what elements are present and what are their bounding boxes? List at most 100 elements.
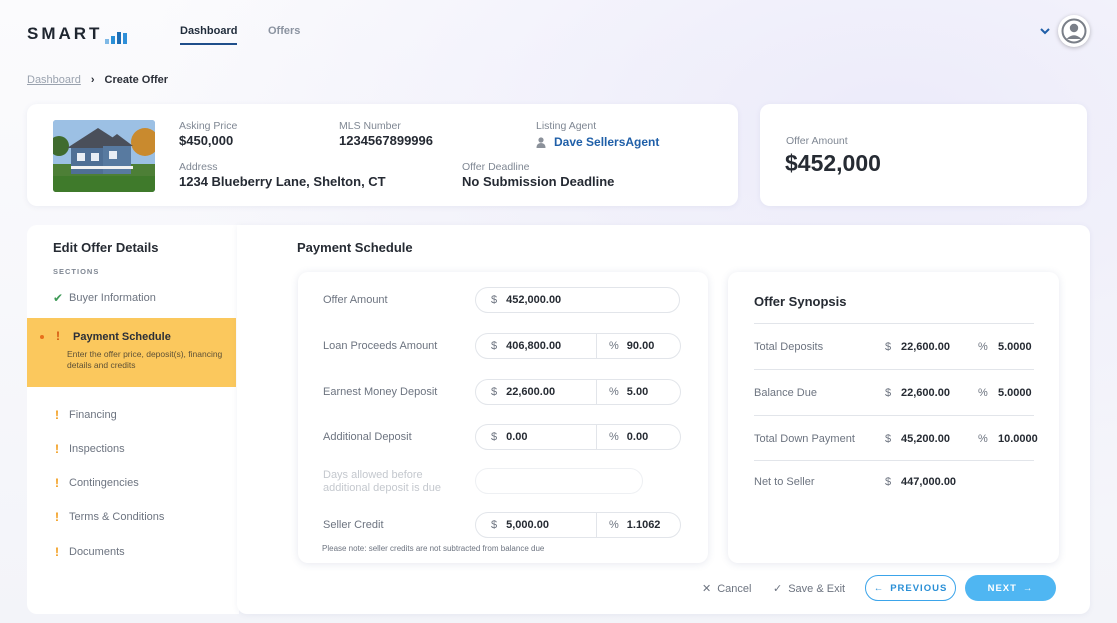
percent-symbol: % <box>609 386 619 398</box>
listing-agent[interactable]: Dave SellersAgent <box>536 135 659 149</box>
offer-amount-value: $452,000 <box>785 150 881 176</box>
currency-symbol: $ <box>491 519 498 531</box>
days-allowed-input[interactable] <box>475 468 643 494</box>
synopsis-row-amount: 447,000.00 <box>901 476 957 488</box>
sidebar-item-payment-schedule[interactable]: ! Payment Schedule Enter the offer price… <box>27 318 236 387</box>
breadcrumb-dashboard-link[interactable]: Dashboard <box>27 74 81 86</box>
user-avatar[interactable] <box>1058 15 1090 47</box>
breadcrumb-separator-icon: › <box>90 74 95 86</box>
synopsis-row-amount: 45,200.00 <box>901 433 950 445</box>
cancel-label: Cancel <box>717 582 752 595</box>
sidebar-title: Edit Offer Details <box>53 240 159 255</box>
logo-text: SMART <box>27 24 103 43</box>
payment-form: Offer Amount $ 452,000.00 Loan Proceeds … <box>298 272 708 563</box>
sidebar-item-buyer-information[interactable]: ✔ Buyer Information <box>53 291 156 305</box>
earnest-money-amount-value: 22,600.00 <box>506 386 556 398</box>
additional-deposit-percent-value: 0.00 <box>626 431 649 443</box>
nav-tab-offers[interactable]: Offers <box>268 25 300 37</box>
sections-heading: SECTIONS <box>53 267 100 276</box>
synopsis-row-name: Total Down Payment <box>754 433 855 445</box>
cancel-button[interactable]: ✕ Cancel <box>702 582 752 596</box>
previous-button[interactable]: ← PREVIOUS <box>865 575 956 601</box>
alert-icon: ! <box>55 545 59 559</box>
sidebar-item-label: Contingencies <box>69 477 139 489</box>
chevron-down-icon[interactable] <box>1039 24 1051 36</box>
loan-proceeds-percent-value: 90.00 <box>626 340 655 352</box>
currency-symbol: $ <box>885 341 892 353</box>
sections-sidebar: Edit Offer Details SECTIONS ✔ Buyer Info… <box>27 225 239 614</box>
payment-schedule-title: Payment Schedule <box>297 240 413 255</box>
listing-agent-name: Dave SellersAgent <box>554 135 660 149</box>
additional-deposit-amount-value: 0.00 <box>506 431 528 443</box>
close-icon: ✕ <box>702 583 712 595</box>
seller-credit-input[interactable]: $ 5,000.00 % 1.1062 <box>475 512 681 538</box>
loan-proceeds-percent[interactable]: % 90.00 <box>597 334 680 358</box>
loan-proceeds-field-label: Loan Proceeds Amount <box>323 340 438 352</box>
loan-proceeds-amount-value: 406,800.00 <box>506 340 562 352</box>
earnest-money-percent[interactable]: % 5.00 <box>597 380 680 404</box>
offer-synopsis-title: Offer Synopsis <box>754 294 847 309</box>
currency-symbol: $ <box>491 431 498 443</box>
seller-credit-field-label: Seller Credit <box>323 519 384 531</box>
asking-price-value: $450,000 <box>179 133 234 148</box>
synopsis-row-net-to-seller: Net to Seller $ 447,000.00 <box>754 460 1034 506</box>
sidebar-item-documents[interactable]: ! Documents <box>53 545 125 559</box>
sidebar-item-label: Documents <box>69 546 125 558</box>
synopsis-row-amount: 22,600.00 <box>901 341 950 353</box>
loan-proceeds-amount[interactable]: $ 406,800.00 <box>476 334 597 358</box>
sidebar-item-label: Terms & Conditions <box>69 511 165 523</box>
currency-symbol: $ <box>491 386 498 398</box>
offer-synopsis-card: Offer Synopsis Total Deposits $ 22,600.0… <box>728 272 1059 563</box>
sidebar-item-label: Buyer Information <box>69 292 156 304</box>
earnest-money-field-label: Earnest Money Deposit <box>323 386 438 398</box>
percent-symbol: % <box>609 340 619 352</box>
currency-symbol: $ <box>885 476 892 488</box>
percent-symbol: % <box>978 341 988 353</box>
additional-deposit-amount[interactable]: $ 0.00 <box>476 425 597 449</box>
asking-price-label: Asking Price <box>179 120 238 132</box>
seller-credit-note: Please note: seller credits are not subt… <box>322 544 545 553</box>
listing-agent-label: Listing Agent <box>536 120 597 132</box>
seller-credit-percent[interactable]: % 1.1062 <box>597 513 680 537</box>
synopsis-row-name: Balance Due <box>754 387 817 399</box>
save-exit-button[interactable]: ✓ Save & Exit <box>773 582 846 596</box>
nav-tab-dashboard[interactable]: Dashboard <box>180 25 238 45</box>
alert-icon: ! <box>55 476 59 490</box>
synopsis-row-name: Net to Seller <box>754 476 815 488</box>
earnest-money-input[interactable]: $ 22,600.00 % 5.00 <box>475 379 681 405</box>
sidebar-item-terms-conditions[interactable]: ! Terms & Conditions <box>53 510 164 524</box>
seller-credit-amount-value: 5,000.00 <box>506 519 549 531</box>
percent-symbol: % <box>609 431 619 443</box>
seller-credit-amount[interactable]: $ 5,000.00 <box>476 513 597 537</box>
earnest-money-amount[interactable]: $ 22,600.00 <box>476 380 597 404</box>
alert-icon: ! <box>55 510 59 524</box>
check-icon: ✔ <box>53 291 64 305</box>
synopsis-row-percent: 5.0000 <box>998 341 1032 353</box>
sidebar-item-inspections[interactable]: ! Inspections <box>53 442 125 456</box>
alert-icon: ! <box>55 442 59 456</box>
property-photo <box>53 120 155 192</box>
synopsis-row-percent: 10.0000 <box>998 433 1038 445</box>
offer-deadline-label: Offer Deadline <box>462 161 530 173</box>
sidebar-item-contingencies[interactable]: ! Contingencies <box>53 476 139 490</box>
days-allowed-field-label: Days allowed before additional deposit i… <box>323 469 442 494</box>
additional-deposit-input[interactable]: $ 0.00 % 0.00 <box>475 424 681 450</box>
sidebar-item-financing[interactable]: ! Financing <box>53 408 117 422</box>
save-exit-label: Save & Exit <box>788 582 846 595</box>
synopsis-row-percent: 5.0000 <box>998 387 1032 399</box>
sidebar-item-label: Financing <box>69 409 117 421</box>
offer-amount-card: Offer Amount $452,000 <box>760 104 1087 206</box>
app-logo[interactable]: SMART <box>27 24 128 44</box>
active-dot-icon <box>40 335 44 339</box>
currency-symbol: $ <box>491 340 498 352</box>
offer-deadline-value: No Submission Deadline <box>462 174 615 189</box>
address-value: 1234 Blueberry Lane, Shelton, CT <box>179 174 386 189</box>
loan-proceeds-input[interactable]: $ 406,800.00 % 90.00 <box>475 333 681 359</box>
next-label: NEXT <box>987 582 1017 594</box>
next-button[interactable]: NEXT → <box>965 575 1056 601</box>
offer-amount-input[interactable]: $ 452,000.00 <box>475 287 680 313</box>
earnest-money-percent-value: 5.00 <box>626 386 649 398</box>
synopsis-row-amount: 22,600.00 <box>901 387 950 399</box>
additional-deposit-percent[interactable]: % 0.00 <box>597 425 680 449</box>
alert-icon: ! <box>56 329 60 343</box>
